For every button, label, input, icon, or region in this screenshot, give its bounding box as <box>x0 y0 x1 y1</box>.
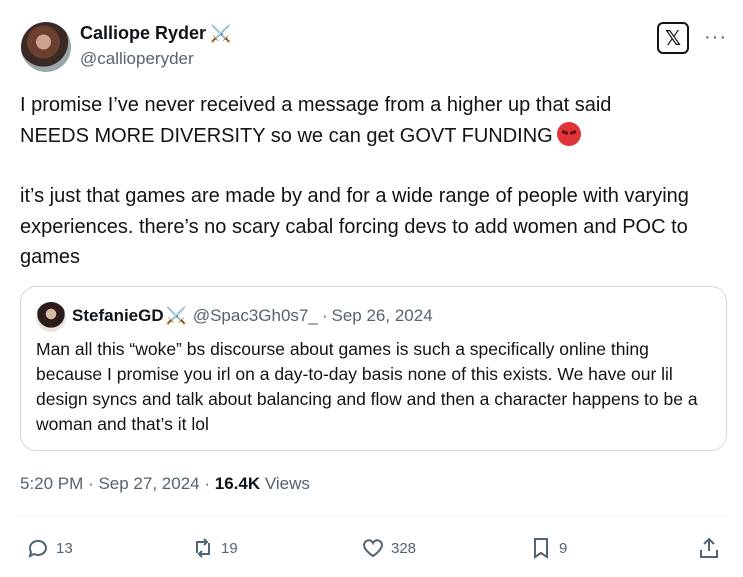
views-label: Views <box>264 474 310 493</box>
quote-header: StefanieGD ⚔️ @Spac3Gh0s7_ · Sep 26, 202… <box>72 306 433 326</box>
quoted-post[interactable]: StefanieGD ⚔️ @Spac3Gh0s7_ · Sep 26, 202… <box>20 286 727 451</box>
swords-emoji-icon: ⚔️ <box>210 23 232 43</box>
post-text: I promise I’ve never received a message … <box>20 90 720 273</box>
like-count: 328 <box>391 539 417 557</box>
author-avatar[interactable] <box>21 22 71 72</box>
more-options-icon[interactable]: ··· <box>704 26 727 49</box>
author-name-row[interactable]: Calliope Ryder ⚔️ <box>80 23 231 44</box>
post-time[interactable]: 5:20 PM <box>20 474 83 493</box>
quote-text: Man all this “woke” bs discourse about g… <box>36 339 698 434</box>
heart-icon <box>363 539 383 558</box>
post-meta: 5:20 PM · Sep 27, 2024 · 16.4K Views <box>20 474 310 494</box>
author-name[interactable]: Calliope Ryder <box>80 23 206 44</box>
quote-author-avatar <box>36 302 66 332</box>
swords-emoji-icon: ⚔️ <box>165 306 187 325</box>
meta-separator: · <box>88 474 94 493</box>
share-icon <box>700 537 718 558</box>
views-count: 16.4K <box>214 474 261 493</box>
angry-face-icon <box>556 121 581 146</box>
post-line-2: NEEDS MORE DIVERSITY so we can get GOVT … <box>20 124 553 147</box>
meta-separator: · <box>204 474 211 493</box>
quote-author-name: StefanieGD <box>72 306 164 325</box>
repost-icon <box>196 538 210 558</box>
bookmark-icon <box>534 538 548 559</box>
bookmark-button[interactable]: 9 <box>529 536 567 560</box>
reply-count: 13 <box>56 539 73 557</box>
post-date[interactable]: Sep 27, 2024 <box>98 474 199 493</box>
reply-button[interactable]: 13 <box>26 536 73 560</box>
reply-icon <box>28 539 47 558</box>
share-button[interactable] <box>697 536 727 560</box>
x-logo-icon[interactable]: 𝕏 <box>657 22 689 54</box>
post-paragraph-2: it’s just that games are made by and for… <box>20 185 689 268</box>
quote-date: Sep 26, 2024 <box>331 306 433 325</box>
quote-separator: · <box>321 306 328 325</box>
like-button[interactable]: 328 <box>361 536 416 560</box>
repost-count: 19 <box>221 539 238 557</box>
author-handle[interactable]: @callioperyder <box>80 49 194 69</box>
quote-author-handle: @Spac3Gh0s7_ <box>192 306 318 325</box>
repost-button[interactable]: 19 <box>191 536 238 560</box>
divider <box>20 516 727 517</box>
post-line-1: I promise I’ve never received a message … <box>20 94 612 116</box>
bookmark-count: 9 <box>559 539 568 557</box>
post-paragraph-1: I promise I’ve never received a message … <box>20 90 720 151</box>
